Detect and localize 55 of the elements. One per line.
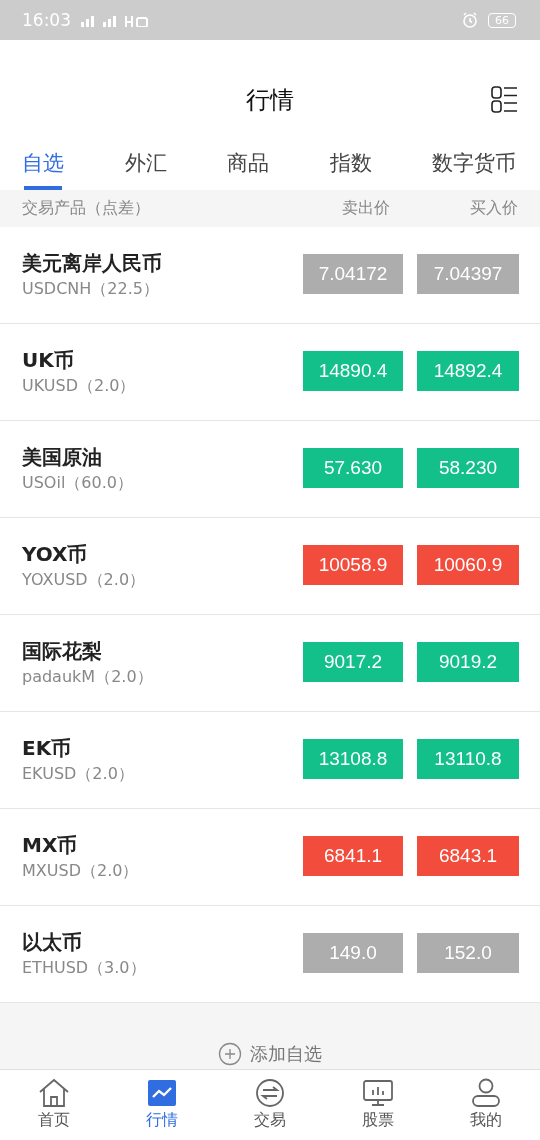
nav-tab[interactable]: 行情 [108, 1070, 216, 1140]
sell-price-button[interactable]: 6841.1 [303, 836, 403, 876]
user-icon [470, 1078, 502, 1108]
alarm-icon [462, 12, 478, 28]
nav-tab[interactable]: 首页 [0, 1070, 108, 1140]
plus-circle-icon [218, 1042, 242, 1066]
nav-tab[interactable]: 交易 [216, 1070, 324, 1140]
category-tab[interactable]: 外汇 [112, 132, 179, 190]
product-code: ETHUSD（3.0） [22, 958, 147, 979]
product-name: 美国原油 [22, 444, 103, 471]
category-tab[interactable]: 商品 [215, 132, 281, 190]
monitor-chart-icon [362, 1078, 394, 1108]
page-title: 行情 [246, 85, 294, 116]
nav-tab[interactable]: 我的 [432, 1070, 540, 1140]
column-header: 交易产品（点差） [22, 198, 151, 219]
swap-arrows-icon [254, 1078, 286, 1108]
product-name: 美元离岸人民币 [22, 250, 163, 277]
buy-price-button[interactable]: 7.04397 [417, 254, 519, 294]
product-code: MXUSD（2.0） [22, 861, 140, 882]
sell-price-button[interactable]: 13108.8 [303, 739, 403, 779]
product-code: USOil（60.0） [22, 473, 134, 494]
category-tab[interactable]: 指数 [317, 132, 384, 190]
buy-price-button[interactable]: 13110.8 [417, 739, 519, 779]
product-name: 以太币 [22, 929, 83, 956]
category-tab[interactable]: 数字货币 [420, 132, 528, 190]
product-name: 国际花梨 [22, 638, 103, 665]
buy-price-button[interactable]: 9019.2 [417, 642, 519, 682]
product-code: padaukM（2.0） [22, 667, 154, 688]
sell-price-button[interactable]: 149.0 [303, 933, 403, 973]
product-code: USDCNH（22.5） [22, 279, 160, 300]
add-favorite-button[interactable]: 添加自选 [212, 1041, 328, 1067]
sell-price-button[interactable]: 9017.2 [303, 642, 403, 682]
product-name: YOX币 [22, 541, 89, 568]
product-code: UKUSD（2.0） [22, 376, 137, 397]
line-chart-icon [146, 1078, 178, 1108]
sell-price-button[interactable]: 14890.4 [303, 351, 403, 391]
column-header: 买入价 [469, 198, 518, 219]
product-name: EK币 [22, 735, 73, 762]
list-view-icon[interactable] [491, 86, 518, 113]
product-name: MX币 [22, 832, 79, 859]
buy-price-button[interactable]: 14892.4 [417, 351, 519, 391]
buy-price-button[interactable]: 6843.1 [417, 836, 519, 876]
product-code: YOXUSD（2.0） [22, 570, 147, 591]
sell-price-button[interactable]: 7.04172 [303, 254, 403, 294]
sell-price-button[interactable]: 57.630 [303, 448, 403, 488]
column-header: 卖出价 [342, 198, 391, 219]
nav-tab[interactable]: 股票 [324, 1070, 432, 1140]
category-tab[interactable]: 自选 [10, 132, 76, 190]
home-icon [38, 1078, 70, 1108]
buy-price-button[interactable]: 152.0 [417, 933, 519, 973]
product-name: UK币 [22, 347, 75, 374]
buy-price-button[interactable]: 10060.9 [417, 545, 519, 585]
product-code: EKUSD（2.0） [22, 764, 135, 785]
sell-price-button[interactable]: 10058.9 [303, 545, 403, 585]
buy-price-button[interactable]: 58.230 [417, 448, 519, 488]
